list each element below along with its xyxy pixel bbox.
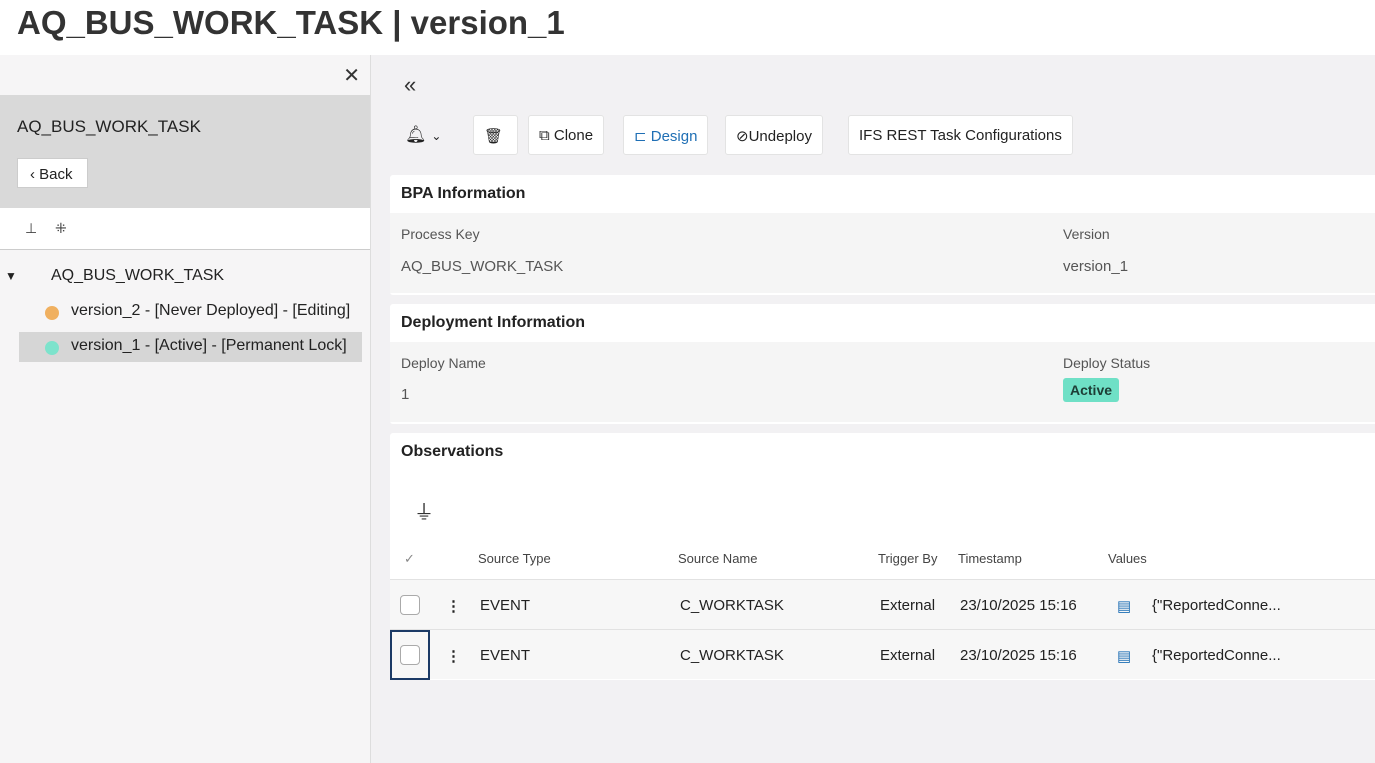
select-all-check-icon[interactable]: ✓ (404, 551, 415, 567)
undeploy-label: Undeploy (748, 128, 812, 145)
back-label: Back (39, 166, 73, 183)
design-icon: ⊏ (634, 128, 647, 145)
document-icon[interactable]: ▤ (1117, 647, 1131, 665)
status-badge: Active (1063, 378, 1120, 402)
clone-button[interactable]: ⧉ Clone (528, 115, 605, 155)
column-header[interactable]: Source Name (678, 551, 757, 566)
version-value: version_1 (1063, 258, 1129, 275)
clone-icon: ⧉ (539, 127, 550, 144)
deploy-name-value: 1 (401, 386, 410, 403)
status-dot-icon (45, 306, 59, 320)
ifs-label: IFS REST Task Configurations (859, 127, 1062, 144)
table-row[interactable]: ⋮ EVENT C_WORKTASK External 23/10/2025 1… (390, 579, 1375, 629)
tree-root-label: AQ_BUS_WORK_TASK (51, 267, 225, 284)
source-name: C_WORKTASK (680, 647, 784, 664)
row-checkbox[interactable] (400, 645, 420, 665)
tree-toolbar: ⊥ ⁜ (0, 208, 370, 250)
process-key-value: AQ_BUS_WORK_TASK (401, 258, 564, 275)
tree-item-version-2[interactable]: version_2 - [Never Deployed] - [Editing] (19, 297, 362, 327)
source-type: EVENT (480, 647, 531, 664)
design-button[interactable]: ⊏ Design (623, 115, 709, 155)
deploy-name-label: Deploy Name (401, 355, 486, 371)
column-header[interactable]: Source Type (478, 551, 551, 566)
row-checkbox[interactable] (400, 595, 420, 615)
source-name: C_WORKTASK (680, 597, 784, 614)
observations-card: Observations ⏚ ✓ Source Type Source Name… (390, 433, 1375, 680)
values: {"ReportedConne... (1152, 597, 1281, 614)
clone-label: Clone (553, 127, 594, 144)
table-row[interactable]: ⋮ EVENT C_WORKTASK External 23/10/2025 1… (390, 629, 1375, 680)
row-menu-icon[interactable]: ⋮ (446, 647, 461, 665)
card-title: BPA Information (401, 185, 526, 202)
panel-title: AQ_BUS_WORK_TASK (17, 117, 201, 136)
pin-icon[interactable]: ⊥ (25, 220, 37, 237)
tree-item-label: version_2 - [Never Deployed] - [Editing] (71, 302, 351, 319)
undeploy-button[interactable]: ⊘Undeploy (725, 115, 823, 155)
filter-icon[interactable]: ⏚ (414, 496, 434, 525)
timestamp: 23/10/2025 15:16 (960, 597, 1077, 614)
caret-down-icon[interactable]: ▼ (5, 269, 17, 283)
collapse-panel-icon[interactable]: « (404, 72, 416, 98)
design-label: Design (650, 128, 698, 145)
undeploy-icon: ⊘ (736, 128, 749, 145)
row-menu-icon[interactable]: ⋮ (446, 597, 461, 615)
panel-header: AQ_BUS_WORK_TASK ‹ Back (0, 95, 370, 208)
tree-item-label: version_1 - [Active] - [Permanent Lock] (71, 337, 347, 354)
timestamp: 23/10/2025 15:16 (960, 647, 1077, 664)
column-header[interactable]: Timestamp (958, 551, 1022, 566)
trash-icon: 🗑︎ (484, 128, 504, 145)
column-header[interactable]: Trigger By (878, 551, 937, 566)
trigger-by: External (880, 597, 936, 614)
process-key-label: Process Key (401, 226, 480, 242)
left-panel: ✕ AQ_BUS_WORK_TASK ‹ Back ⊥ ⁜ ▼ AQ_BUS_WO… (0, 55, 371, 763)
page-title: AQ_BUS_WORK_TASK | version_1 (0, 0, 1375, 55)
bpa-info-card: BPA Information Process Key AQ_BUS_WORK_… (390, 175, 1375, 295)
source-type: EVENT (480, 597, 531, 614)
status-dot-icon (45, 341, 59, 355)
close-icon[interactable]: ✕ (343, 63, 360, 88)
version-label: Version (1063, 226, 1110, 242)
card-title: Observations (401, 443, 504, 460)
back-button[interactable]: ‹ Back (17, 158, 88, 188)
chevron-left-icon: ‹ (30, 166, 35, 183)
column-header[interactable]: Values (1108, 551, 1147, 566)
ifs-rest-config-button[interactable]: IFS REST Task Configurations (848, 115, 1073, 155)
notification-bell-icon[interactable]: 🔔︎ ⌄ (405, 125, 441, 145)
delete-button[interactable]: 🗑︎ (473, 115, 518, 155)
deploy-status-label: Deploy Status (1063, 355, 1151, 371)
collapse-all-icon[interactable]: ⁜ (55, 220, 67, 237)
values: {"ReportedConne... (1152, 647, 1281, 664)
trigger-by: External (880, 647, 936, 664)
deployment-info-card: Deployment Information Deploy Name 1 Dep… (390, 304, 1375, 424)
document-icon[interactable]: ▤ (1117, 597, 1131, 615)
tree-item-version-1[interactable]: version_1 - [Active] - [Permanent Lock] (19, 332, 362, 362)
card-title: Deployment Information (401, 314, 586, 331)
